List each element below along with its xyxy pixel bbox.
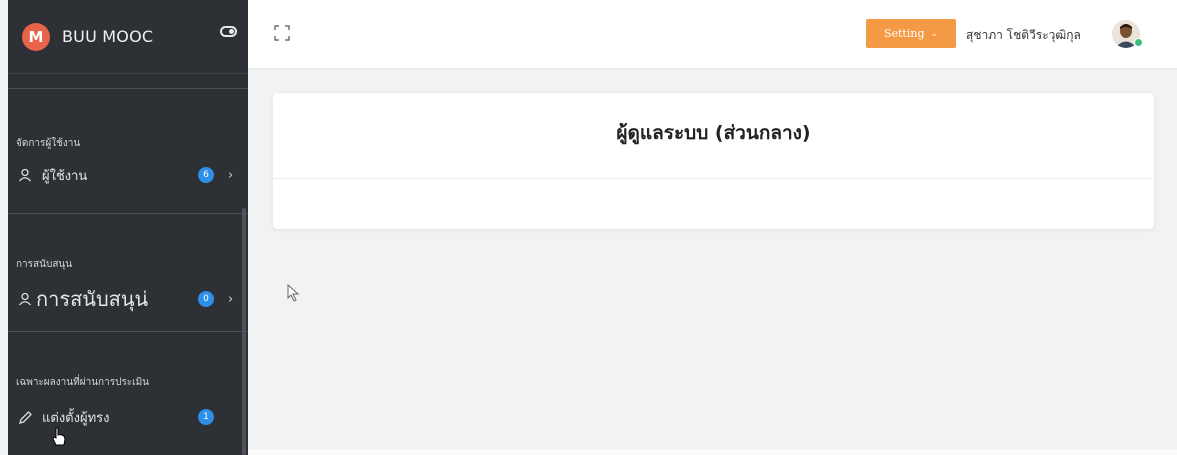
section-divider [8,213,248,214]
count-badge: 1 [198,409,214,425]
sidebar-item-users[interactable]: ผู้ใช้งาน 6 › [16,162,240,188]
section-title-evaluated: เฉพาะผลงานที่ผ่านการประเมิน [16,377,150,388]
sidebar-scrollbar[interactable] [242,208,246,455]
section-title-support: การสนับสนุน [16,259,73,270]
pencil-icon [16,408,34,426]
chevron-down-icon: ⌄ [930,28,939,39]
top-header: Setting ⌄ สุชาภา โชติวีระวุฒิกุล [248,0,1177,68]
brand-logo: M [22,22,50,51]
user-name[interactable]: สุชาภา โชติวีระวุฒิกุล [966,26,1081,45]
sidebar-item-label: ผู้ใช้งาน [42,168,88,184]
card-divider [273,178,1154,179]
toggle-icon[interactable] [220,26,237,37]
footer [248,449,1177,455]
sidebar-brand[interactable]: M BUU MOOC [8,0,248,74]
sidebar-item-label: การสนับสนุน่ [36,287,149,311]
brand-name: BUU MOOC [62,27,154,46]
setting-dropdown-button[interactable]: Setting ⌄ [866,19,956,48]
section-divider [8,331,248,332]
expand-icon[interactable] [274,25,290,41]
online-status-dot [1134,38,1143,47]
section-divider [8,88,248,89]
sidebar: M BUU MOOC จัดการผู้ใช้งาน ผู้ใช้งาน 6 ›… [8,0,248,455]
sidebar-item-label: แต่งตั้งผู้ทรง [42,410,110,426]
count-badge: 0 [198,291,214,307]
sidebar-item-support[interactable]: การสนับสนุน่ 0 › [16,284,240,314]
page-title: ผู้ดูแลระบบ (ส่วนกลาง) [616,122,811,144]
count-badge: 6 [198,167,214,183]
content-card: ผู้ดูแลระบบ (ส่วนกลาง) [273,93,1154,229]
setting-label: Setting [883,27,925,40]
user-icon [16,290,34,308]
hand-cursor-icon [52,427,66,446]
chevron-right-icon: › [228,291,234,307]
sidebar-item-appoint-reviewer[interactable]: แต่งตั้งผู้ทรง 1 [16,404,240,430]
user-icon [16,166,34,184]
section-title-users: จัดการผู้ใช้งาน [16,138,81,149]
chevron-right-icon: › [228,167,234,183]
cursor-arrow-icon [287,284,300,302]
